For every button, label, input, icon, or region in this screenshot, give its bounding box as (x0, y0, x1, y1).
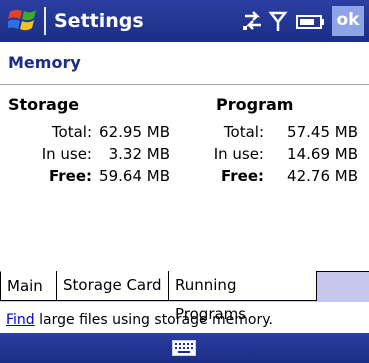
program-free-label: Free: (220, 167, 264, 185)
program-inuse-value: 14.69 MB (287, 145, 358, 163)
storage-total-value: 62.95 MB (99, 123, 170, 141)
tab-running-programs[interactable]: Running Programs (168, 271, 317, 323)
ok-button[interactable]: ok (332, 6, 364, 36)
program-free-value: 42.76 MB (287, 167, 358, 185)
bottom-bar (0, 333, 369, 363)
program-heading: Program (216, 95, 294, 114)
title-separator (44, 7, 46, 35)
app-title: Settings (54, 10, 144, 32)
hint-rest: large files using storage memory. (34, 312, 273, 328)
windows-start-icon[interactable] (6, 6, 40, 36)
program-inuse-label: In use: (213, 145, 264, 163)
title-bar: Settings ok (0, 0, 369, 42)
battery-icon[interactable] (296, 15, 324, 29)
program-total-value: 57.45 MB (287, 123, 358, 141)
page-title: Memory (8, 53, 81, 72)
program-total-label: Total: (223, 123, 264, 141)
storage-inuse-value: 3.32 MB (108, 145, 170, 163)
find-link[interactable]: Find (6, 312, 35, 328)
storage-heading: Storage (8, 95, 80, 114)
storage-free-label: Free: (48, 167, 92, 185)
storage-total-label: Total: (51, 123, 92, 141)
antenna-icon[interactable] (268, 11, 288, 31)
tab-storage-card[interactable]: Storage Card (56, 271, 169, 301)
tab-strip: Main Storage Card Running Programs (0, 271, 369, 323)
status-icons (241, 9, 327, 33)
storage-free-value: 59.64 MB (99, 167, 170, 185)
keyboard-icon[interactable] (172, 340, 196, 360)
tab-main[interactable]: Main (0, 271, 57, 301)
sync-arrows-icon[interactable] (243, 11, 261, 30)
page-header: Memory (0, 42, 369, 85)
hint-text: Find large files using storage memory. (6, 312, 273, 328)
storage-inuse-label: In use: (41, 145, 92, 163)
